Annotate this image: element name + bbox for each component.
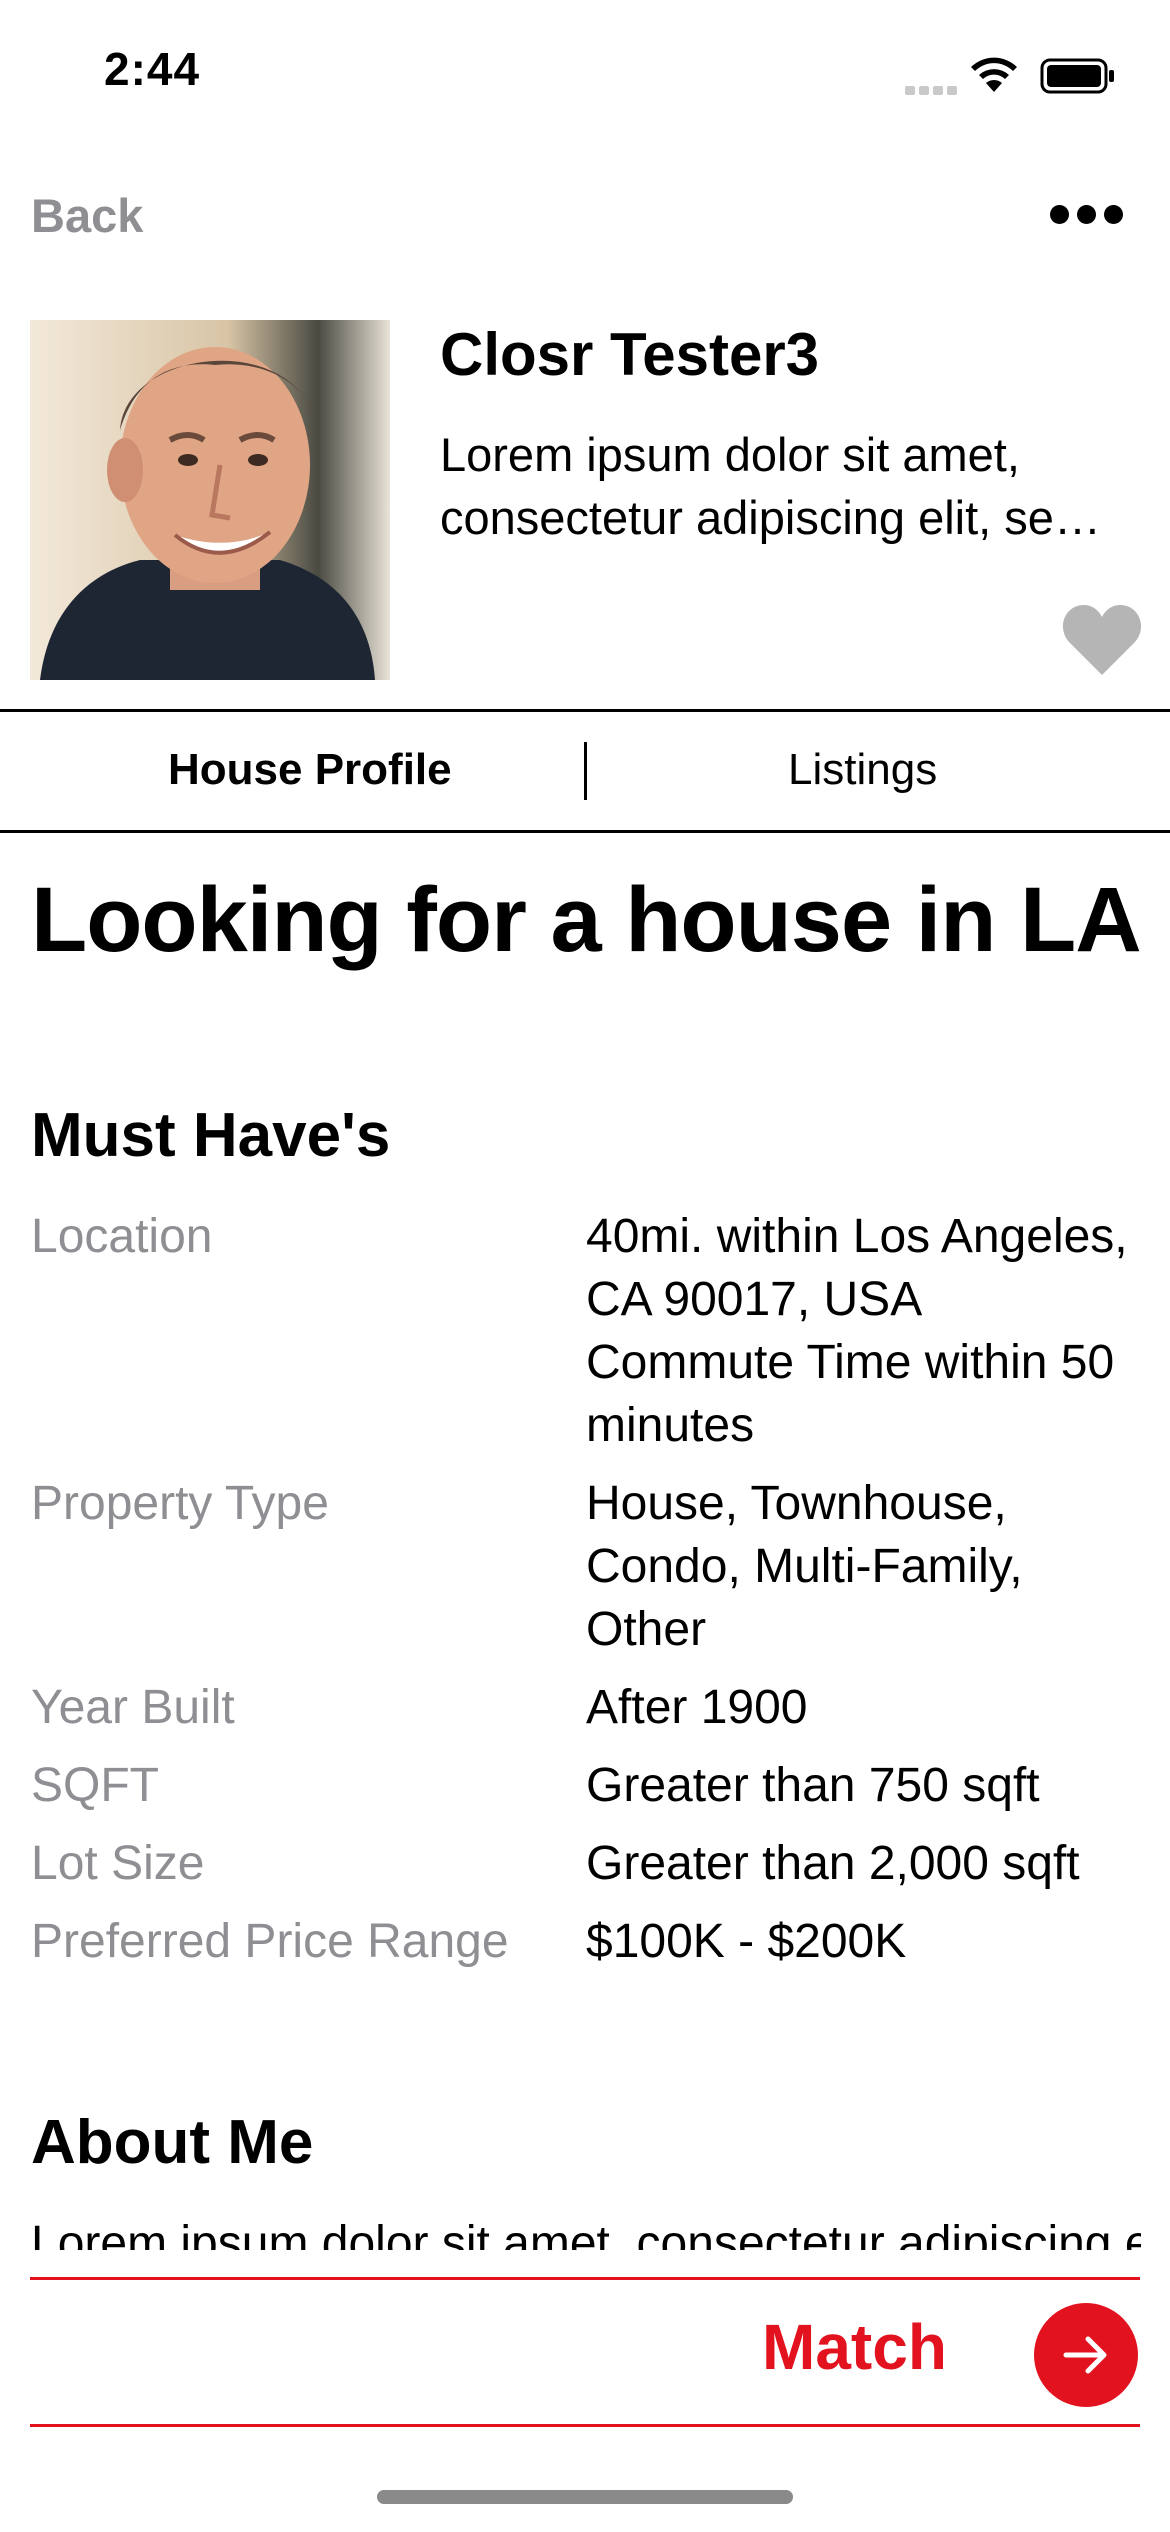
battery-icon [1040, 58, 1116, 99]
about-me-title: About Me [31, 2108, 314, 2177]
detail-row-year-built: Year Built After 1900 [31, 1676, 1141, 1739]
match-bar-bottom-border [30, 2424, 1140, 2427]
detail-value: 40mi. within Los Angeles, CA 90017, USA … [586, 1210, 1128, 1452]
match-bar-top-border [30, 2277, 1140, 2280]
home-indicator[interactable] [377, 2490, 793, 2504]
detail-row-sqft: SQFT Greater than 750 sqft [31, 1754, 1141, 1817]
tabs-top-border [0, 709, 1170, 712]
detail-label: Location [31, 1210, 213, 1263]
detail-row-price-range: Preferred Price Range $100K - $200K [31, 1910, 1141, 1973]
detail-value: Greater than 2,000 sqft [586, 1837, 1080, 1890]
about-me-text: Lorem ipsum dolor sit amet, consectetur … [31, 2217, 1141, 2250]
status-time: 2:44 [104, 43, 201, 95]
more-icon[interactable] [1050, 205, 1131, 229]
page-title: Looking for a house in LA [31, 869, 1142, 971]
detail-value: $100K - $200K [586, 1915, 907, 1968]
detail-row-lot-size: Lot Size Greater than 2,000 sqft [31, 1832, 1141, 1895]
profile-bio-text: Lorem ipsum dolor sit amet, consectetur … [440, 428, 1081, 544]
heart-icon[interactable] [1062, 603, 1142, 682]
arrow-right-icon[interactable] [1034, 2303, 1138, 2407]
back-button[interactable]: Back [31, 188, 143, 243]
profile-photo [30, 320, 390, 680]
match-button[interactable]: Match [762, 2310, 947, 2384]
detail-label: SQFT [31, 1759, 159, 1812]
detail-label: Property Type [31, 1477, 329, 1530]
detail-label: Lot Size [31, 1837, 205, 1890]
cellular-signal-icon [905, 82, 961, 100]
detail-label: Preferred Price Range [31, 1915, 509, 1968]
detail-value: House, Townhouse, Condo, Multi-Family, O… [586, 1477, 1023, 1656]
must-haves-title: Must Have's [31, 1101, 391, 1170]
tabs-bottom-border [0, 830, 1170, 833]
tab-house-profile[interactable]: House Profile [168, 745, 452, 795]
profile-name: Closr Tester3 [440, 321, 820, 388]
detail-value: Greater than 750 sqft [586, 1759, 1040, 1812]
profile-bio: Lorem ipsum dolor sit amet, consectetur … [440, 423, 1120, 549]
detail-label: Year Built [31, 1681, 235, 1734]
tab-divider [584, 742, 587, 800]
wifi-icon [968, 56, 1020, 99]
tab-listings[interactable]: Listings [788, 745, 937, 795]
detail-value: After 1900 [586, 1681, 808, 1734]
detail-row-property-type: Property Type House, Townhouse, Condo, M… [31, 1472, 1141, 1661]
detail-row-location: Location 40mi. within Los Angeles, CA 90… [31, 1205, 1141, 1457]
